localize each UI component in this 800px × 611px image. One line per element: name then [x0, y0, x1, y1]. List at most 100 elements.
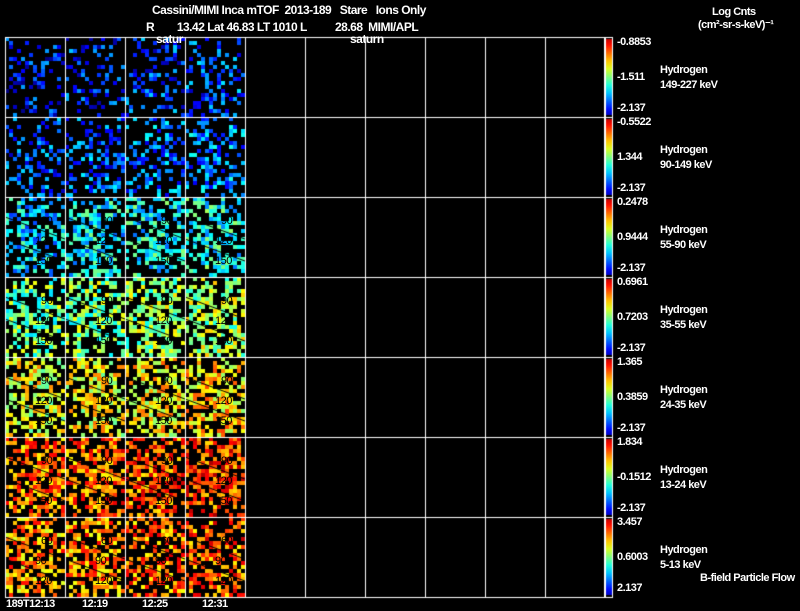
- contour-label: 150: [95, 255, 112, 267]
- contour-label: 150: [155, 335, 172, 347]
- contour-label: 150: [35, 495, 52, 507]
- energy-range-label: 13-24 keV: [660, 479, 707, 491]
- colorbar-max-label: 0.6961: [617, 276, 648, 288]
- contour-label: 90: [215, 555, 227, 567]
- colorbar-max-label: 1.365: [617, 356, 643, 368]
- contour-label: 150: [95, 495, 112, 507]
- contour-label: 150: [95, 415, 112, 427]
- energy-range-label: 149-227 keV: [660, 79, 718, 91]
- contour-label: 90: [41, 375, 53, 387]
- contour-label: 120: [95, 315, 112, 327]
- colorbar-mid-label: -0.1512: [617, 471, 651, 483]
- colorbar-min-label: 2.137: [617, 582, 643, 594]
- contour-label: 150: [215, 495, 232, 507]
- energy-range-label: 35-55 keV: [660, 319, 707, 331]
- contour-label: 120: [215, 475, 232, 487]
- contour-label: 90: [221, 375, 233, 387]
- contour-label: 90: [161, 375, 173, 387]
- contour-label: 90: [101, 375, 113, 387]
- time-label: 12:19: [82, 598, 108, 610]
- contour-label: 150: [35, 255, 52, 267]
- contour-label: 150: [95, 335, 112, 347]
- colorbar-max-label: 1.834: [617, 436, 643, 448]
- contour-label: 120: [155, 475, 172, 487]
- contour-label: 90: [161, 295, 173, 307]
- contour-label: 90: [221, 455, 233, 467]
- contour-label: 150: [35, 335, 52, 347]
- contour-label: 60: [161, 535, 173, 547]
- contour-label: 90: [101, 455, 113, 467]
- colorbar-min-label: -2.137: [617, 102, 646, 114]
- contour-label: 90: [41, 295, 53, 307]
- contour-label: 60: [101, 535, 113, 547]
- planet-label: saturn: [350, 32, 384, 46]
- planet-label: satur: [156, 32, 183, 46]
- time-label: 12:25: [142, 598, 168, 610]
- contour-label: 120: [215, 575, 232, 587]
- time-label: 189T12:13: [6, 598, 55, 610]
- contour-label: 150: [155, 255, 172, 267]
- units-label: Log Cnts: [712, 6, 756, 18]
- contour-label: 90: [95, 555, 107, 567]
- contour-label: 90: [41, 215, 53, 227]
- energy-range-label: 90-149 keV: [660, 159, 712, 171]
- contour-label: 150: [155, 415, 172, 427]
- contour-label: 120: [215, 315, 232, 327]
- contour-label: 120: [215, 395, 232, 407]
- contour-label: 90: [221, 215, 233, 227]
- colorbar-mid-label: 0.6003: [617, 551, 648, 563]
- colorbar-min-label: -2.137: [617, 422, 646, 434]
- species-label: Hydrogen: [660, 224, 708, 236]
- colorbar-max-label: -0.8853: [617, 36, 651, 48]
- contour-label: 60: [221, 535, 233, 547]
- colorbar-mid-label: 0.7203: [617, 311, 648, 323]
- units-formula: (cm²-sr-s-keV)⁻¹: [698, 19, 774, 31]
- contour-label: 120: [95, 395, 112, 407]
- contour-label: 120: [155, 235, 172, 247]
- contour-label: 120: [95, 575, 112, 587]
- contour-label: 120: [155, 395, 172, 407]
- contour-label: 120: [95, 235, 112, 247]
- contour-label: 90: [155, 555, 167, 567]
- contour-label: 90: [41, 455, 53, 467]
- contour-label: 150: [155, 495, 172, 507]
- contour-label: 150: [215, 255, 232, 267]
- energy-range-label: 55-90 keV: [660, 239, 707, 251]
- plot-title: Cassini/MIMI Inca mTOF 2013-189 Stare Io…: [152, 3, 426, 17]
- colorbar-min-label: -2.137: [617, 262, 646, 274]
- contour-label: 120: [95, 475, 112, 487]
- contour-label: 90: [101, 215, 113, 227]
- colorbar-mid-label: 1.344: [617, 151, 643, 163]
- species-label: Hydrogen: [660, 144, 708, 156]
- contour-label: 150: [215, 415, 232, 427]
- contour-label: 120: [35, 475, 52, 487]
- colorbar-max-label: 0.2478: [617, 196, 648, 208]
- contour-label: 120: [35, 395, 52, 407]
- colorbar-max-label: -0.5522: [617, 116, 651, 128]
- contour-label: 120: [35, 315, 52, 327]
- contour-label: 120: [35, 235, 52, 247]
- colorbar-min-label: -2.137: [617, 342, 646, 354]
- species-label: Hydrogen: [660, 384, 708, 396]
- contour-label: 90: [101, 295, 113, 307]
- contour-label: 90: [35, 555, 47, 567]
- colorbar-mid-label: 0.9444: [617, 231, 648, 243]
- energy-range-label: 24-35 keV: [660, 399, 707, 411]
- contour-label: 150: [35, 415, 52, 427]
- contour-label: 60: [41, 535, 53, 547]
- species-label: Hydrogen: [660, 544, 708, 556]
- species-label: Hydrogen: [660, 464, 708, 476]
- contour-label: 90: [221, 295, 233, 307]
- colorbar-max-label: 3.457: [617, 516, 643, 528]
- contour-label: 150: [215, 335, 232, 347]
- energy-range-label: 5-13 keV: [660, 559, 701, 571]
- time-label: 12:31: [202, 598, 228, 610]
- contour-label: 90: [161, 455, 173, 467]
- colorbar-min-label: -2.137: [617, 182, 646, 194]
- contour-label: 120: [155, 575, 172, 587]
- contour-label: 120: [35, 575, 52, 587]
- colorbar-min-label: -2.137: [617, 502, 646, 514]
- species-label: Hydrogen: [660, 304, 708, 316]
- colorbar-mid-label: 0.3859: [617, 391, 648, 403]
- bfield-legend: B-field Particle Flow: [700, 572, 795, 584]
